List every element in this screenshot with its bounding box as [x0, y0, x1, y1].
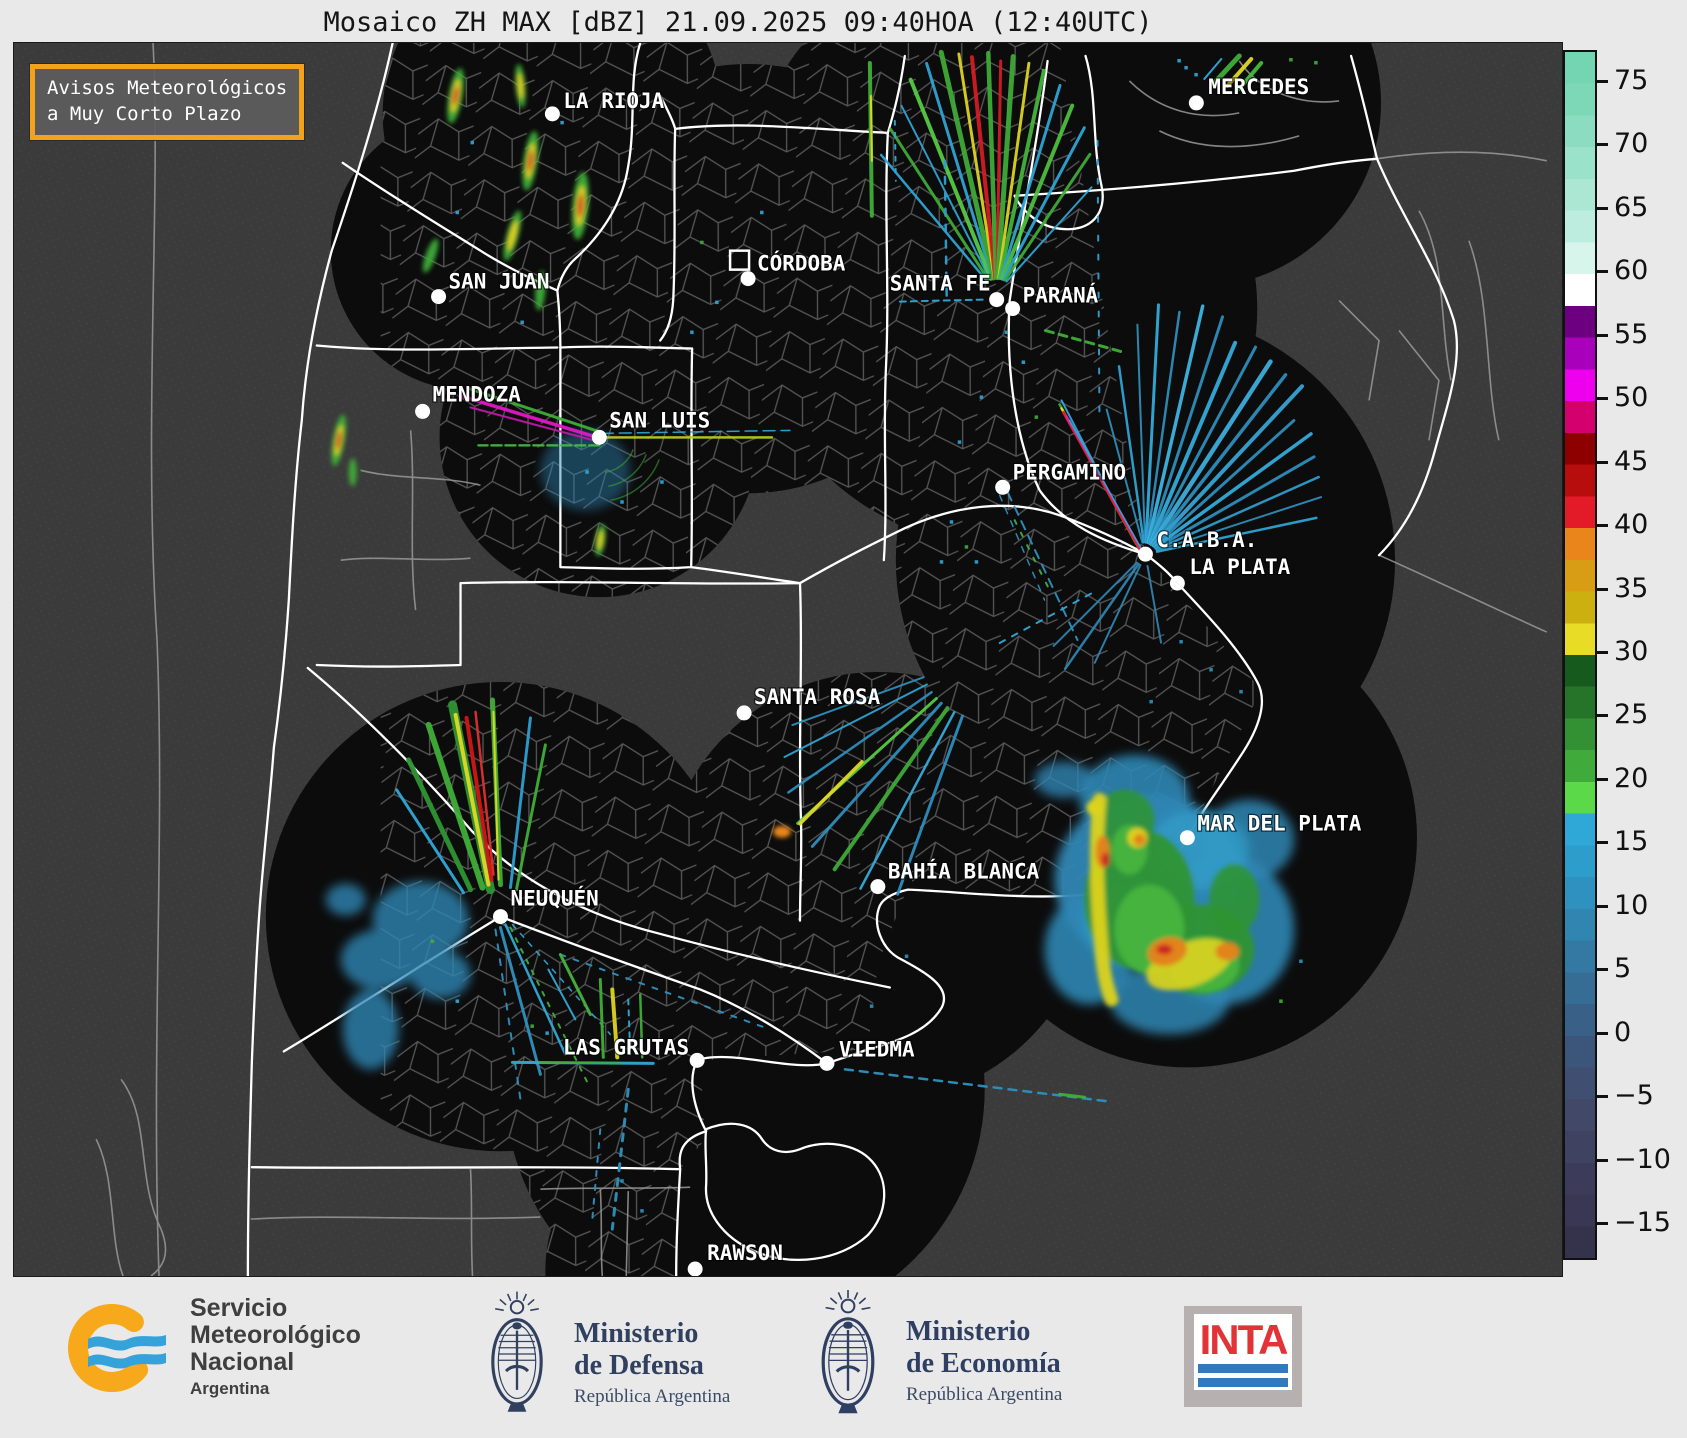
- footer: Servicio Meteorológico Nacional Argentin…: [0, 1277, 1687, 1438]
- city-label: CÓRDOBA: [757, 251, 846, 276]
- colorbar-tick-label: −10: [1614, 1143, 1671, 1175]
- city-label: LA RIOJA: [563, 89, 664, 113]
- smn-name-1: Servicio: [190, 1294, 288, 1322]
- city-dot: [1005, 301, 1021, 317]
- inta-logo-inner: INTA: [1194, 1314, 1292, 1390]
- city-dot: [989, 292, 1005, 308]
- colorbar-tick-label: 50: [1614, 382, 1649, 414]
- echo-bahia-tip: [773, 825, 791, 838]
- inta-stripe-2: [1198, 1378, 1288, 1387]
- colorbar-tick-label: 45: [1614, 445, 1649, 477]
- city-label: NEUQUÉN: [510, 886, 598, 911]
- city-dot: [736, 705, 752, 721]
- city-dot: [740, 271, 756, 287]
- city-dot: [819, 1055, 835, 1071]
- city-dot: [1188, 95, 1204, 111]
- colorbar-tick-label: 60: [1614, 255, 1649, 287]
- city-dot: [591, 429, 607, 445]
- defensa-logo: Ministerio de Defensa República Argentin…: [478, 1290, 730, 1418]
- city-dot: [689, 1052, 705, 1068]
- inta-wordmark: INTA: [1199, 1316, 1289, 1363]
- dbz-colorbar: [1563, 50, 1597, 1260]
- city-dot: [1179, 830, 1195, 846]
- city-label: SAN JUAN: [449, 270, 550, 294]
- defensa-coat-of-arms: [491, 1290, 543, 1414]
- city-label: C.A.B.A.: [1156, 528, 1257, 552]
- city-label: SANTA ROSA: [754, 685, 881, 709]
- city-label: MAR DEL PLATA: [1197, 812, 1361, 836]
- radar-map: MERCEDES LA RIOJA SAN JUAN CÓRDOBA SANTA FE P…: [13, 42, 1563, 1277]
- city-dot: [544, 106, 560, 122]
- economia-line-1: Ministerio: [906, 1316, 1031, 1347]
- colorbar-tick-label: −5: [1614, 1080, 1654, 1112]
- warning-line-1: Avisos Meteorológicos: [47, 77, 288, 99]
- colorbar-tick-label: 55: [1614, 318, 1649, 350]
- colorbar-tick-label: −15: [1614, 1207, 1671, 1239]
- colorbar-tick-label: 5: [1614, 953, 1632, 985]
- smn-logo: Servicio Meteorológico Nacional Argentin…: [62, 1295, 361, 1401]
- defensa-line-1: Ministerio: [574, 1318, 699, 1349]
- smn-name-2: Meteorológico: [190, 1321, 361, 1349]
- inta-logo: INTA: [1184, 1306, 1302, 1407]
- colorbar-tick-label: 75: [1614, 64, 1649, 96]
- colorbar-tick-label: 65: [1614, 191, 1649, 223]
- dbz-colorbar-ticks: 75 70 65 60 55 50 45 40 35 30 25 20 15 10 5 0 −5 −10 −15: [1597, 50, 1685, 1260]
- inta-stripe-1: [1198, 1364, 1288, 1373]
- city-label: SAN LUIS: [609, 408, 710, 432]
- economia-line-2: de Economía: [906, 1348, 1061, 1379]
- city-dot: [870, 879, 886, 895]
- warning-box[interactable]: Avisos Meteorológicos a Muy Corto Plazo: [28, 63, 306, 141]
- city-label: SANTA FE: [890, 272, 991, 296]
- colorbar-tick-label: 25: [1614, 699, 1649, 731]
- defensa-line-3: República Argentina: [574, 1386, 731, 1407]
- colorbar-tick-label: 40: [1614, 509, 1649, 541]
- colorbar-tick-label: 0: [1614, 1016, 1632, 1048]
- economia-logo: Ministerio de Economía República Argenti…: [808, 1288, 1062, 1420]
- city-label: MENDOZA: [433, 382, 522, 406]
- colorbar-tick-label: 30: [1614, 636, 1649, 667]
- city-label: PARANÁ: [1023, 283, 1099, 308]
- city-dot: [492, 909, 508, 925]
- city-label: MERCEDES: [1208, 75, 1309, 99]
- colorbar-tick-label: 20: [1614, 762, 1649, 794]
- colorbar-tick-label: 70: [1614, 128, 1649, 160]
- colorbar-tick-label: 15: [1614, 826, 1649, 858]
- economia-line-3: República Argentina: [906, 1384, 1063, 1405]
- city-label: LA PLATA: [1189, 555, 1290, 579]
- smn-icon: [68, 1304, 166, 1392]
- page-title: Mosaico ZH MAX [dBZ] 21.09.2025 09:40HOA…: [323, 7, 1153, 38]
- city-label: VIEDMA: [839, 1037, 915, 1061]
- city-dot: [431, 289, 447, 305]
- city-label: PERGAMINO: [1013, 460, 1127, 484]
- city-dot: [687, 1261, 703, 1276]
- city-dot: [995, 479, 1011, 495]
- city-dot: [1169, 575, 1185, 591]
- city-label: BAHÍA BLANCA: [888, 859, 1040, 884]
- defensa-line-2: de Defensa: [574, 1350, 704, 1381]
- colorbar-tick-label: 10: [1614, 889, 1649, 921]
- radar-map-svg: MERCEDES LA RIOJA SAN JUAN CÓRDOBA SANTA FE P…: [14, 43, 1562, 1276]
- city-label: LAS GRUTAS: [563, 1035, 689, 1059]
- city-label: RAWSON: [707, 1241, 783, 1265]
- smn-name-3: Nacional: [190, 1348, 295, 1376]
- colorbar-tick-label: 35: [1614, 572, 1649, 604]
- smn-name-4: Argentina: [190, 1379, 270, 1398]
- radar-mosaic-page: Mosaico ZH MAX [dBZ] 21.09.2025 09:40HOA…: [0, 0, 1687, 1438]
- city-dot: [1137, 546, 1153, 562]
- economia-coat-of-arms: [821, 1288, 875, 1415]
- warning-line-2: a Muy Corto Plazo: [47, 103, 242, 125]
- city-dot: [415, 403, 431, 419]
